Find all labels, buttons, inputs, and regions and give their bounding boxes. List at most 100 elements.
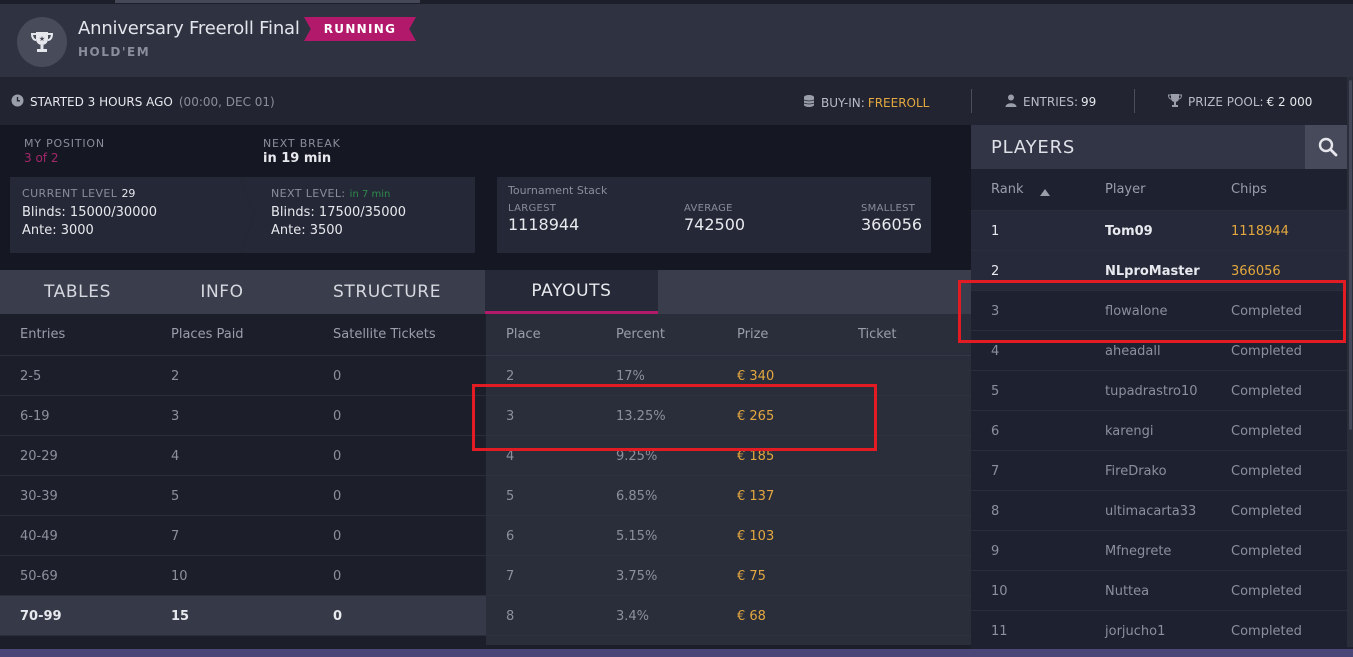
percent-cell: 5.15%: [616, 529, 658, 544]
player-row[interactable]: 7 FireDrako Completed: [971, 451, 1353, 491]
tickets-cell: 0: [333, 529, 342, 544]
col-ticket: Ticket: [858, 327, 897, 342]
player-name: NLproMaster: [1105, 264, 1200, 279]
player-row[interactable]: 5 tupadrastro10 Completed: [971, 371, 1353, 411]
current-level-heading: CURRENT LEVEL 29: [22, 186, 135, 201]
chips-cell: 366056: [1231, 264, 1281, 279]
next-blinds: Blinds: 17500/35000: [271, 205, 407, 220]
entries-cell: 20-29: [20, 449, 58, 464]
entries-cell: 40-49: [20, 529, 58, 544]
table-row: 4 9.25% € 185: [486, 436, 971, 476]
next-level-card: NEXT LEVEL: in 7 min Blinds: 17500/35000…: [240, 177, 475, 253]
chips-cell: Completed: [1231, 384, 1302, 399]
table-row-selected[interactable]: 70-99 15 0: [0, 596, 486, 636]
chips-cell: Completed: [1231, 504, 1302, 519]
table-row[interactable]: 30-39 5 0: [0, 476, 486, 516]
player-name: Nuttea: [1105, 584, 1150, 599]
player-row[interactable]: 4 aheadall Completed: [971, 331, 1353, 371]
player-row[interactable]: 2 NLproMaster 366056: [971, 251, 1353, 291]
tickets-cell: 0: [333, 369, 342, 384]
sort-up-icon[interactable]: [1040, 185, 1050, 200]
prize-cell: € 75: [737, 569, 766, 584]
tab-info[interactable]: INFO: [155, 270, 289, 314]
coins-icon: [803, 94, 815, 111]
next-break-label: NEXT BREAK: [263, 137, 341, 150]
rank-cell: 4: [991, 344, 1000, 359]
rank-cell: 3: [991, 304, 1000, 319]
divider: [1134, 89, 1135, 113]
entries-cell: 2-5: [20, 369, 42, 384]
player-name: jorjucho1: [1105, 624, 1166, 639]
tab-tables[interactable]: TABLES: [0, 270, 155, 314]
places-cell: 3: [171, 409, 180, 424]
tab-bar: TABLES INFO STRUCTURE PAYOUTS: [0, 270, 971, 314]
tournament-stack-panel: Tournament Stack LARGEST 1118944 AVERAGE…: [497, 177, 931, 253]
col-rank[interactable]: Rank: [991, 182, 1023, 197]
stack-caption: Tournament Stack: [508, 184, 608, 197]
player-name: karengi: [1105, 424, 1154, 439]
user-icon: [1005, 94, 1017, 110]
payouts-table-header: Place Percent Prize Ticket: [486, 314, 971, 356]
chips-cell: Completed: [1231, 424, 1302, 439]
next-break: NEXT BREAK in 19 min: [263, 137, 341, 166]
places-cell: 2: [171, 369, 180, 384]
my-position-value: 3 of 2: [24, 151, 59, 165]
player-row[interactable]: 3 flowalone Completed: [971, 291, 1353, 331]
current-blinds: Blinds: 15000/30000: [22, 205, 158, 220]
next-break-value: in 19 min: [263, 151, 332, 166]
started-info: STARTED 3 HOURS AGO (00:00, DEC 01): [11, 94, 275, 110]
places-cell: 5: [171, 489, 180, 504]
current-level-label: CURRENT LEVEL: [22, 187, 118, 200]
stack-average: AVERAGE 742500: [684, 203, 745, 234]
table-row[interactable]: 2-5 2 0: [0, 356, 486, 396]
stack-largest-value: 1118944: [508, 215, 580, 234]
players-table-header: Rank Player Chips: [971, 169, 1353, 211]
current-level-card: CURRENT LEVEL 29 Blinds: 15000/30000 Ant…: [10, 177, 255, 253]
entries-cell: 70-99: [20, 609, 62, 624]
place-cell: 8: [506, 609, 515, 624]
player-row[interactable]: 1 Tom09 1118944: [971, 211, 1353, 251]
tournament-trophy-icon: ★: [17, 17, 67, 67]
col-player[interactable]: Player: [1105, 182, 1145, 197]
player-name: FireDrako: [1105, 464, 1167, 479]
prize-cell: € 265: [737, 409, 775, 424]
entries-label: ENTRIES:: [1023, 95, 1079, 109]
my-position-label: MY POSITION: [24, 137, 105, 150]
chips-cell: Completed: [1231, 464, 1302, 479]
top-strip-segment: [115, 0, 420, 3]
percent-cell: 6.85%: [616, 489, 658, 504]
player-row[interactable]: 8 ultimacarta33 Completed: [971, 491, 1353, 531]
scrollbar-thumb[interactable]: [1349, 80, 1352, 430]
player-row[interactable]: 6 karengi Completed: [971, 411, 1353, 451]
table-row[interactable]: 20-29 4 0: [0, 436, 486, 476]
tickets-cell: 0: [333, 569, 342, 584]
current-level-number: 29: [121, 187, 136, 200]
tickets-cell: 0: [333, 489, 342, 504]
prize-pool-label: PRIZE POOL:: [1188, 95, 1264, 109]
tab-structure[interactable]: STRUCTURE: [289, 270, 485, 314]
table-row[interactable]: 6-19 3 0: [0, 396, 486, 436]
tab-payouts[interactable]: PAYOUTS: [485, 270, 658, 314]
place-cell: 2: [506, 369, 515, 384]
stack-largest: LARGEST 1118944: [508, 203, 579, 234]
tournament-header: ★ Anniversary Freeroll Final HOLD'EM RUN…: [0, 4, 1353, 77]
col-satellite-tickets: Satellite Tickets: [333, 327, 436, 342]
player-row[interactable]: 10 Nuttea Completed: [971, 571, 1353, 611]
table-row[interactable]: 50-69 10 0: [0, 556, 486, 596]
table-row[interactable]: 40-49 7 0: [0, 516, 486, 556]
entries-info: ENTRIES: 99: [1005, 94, 1096, 110]
places-cell: 15: [171, 609, 190, 624]
chips-cell: Completed: [1231, 544, 1302, 559]
player-row[interactable]: 9 Mfnegrete Completed: [971, 531, 1353, 571]
stack-smallest-value: 366056: [861, 215, 923, 234]
search-button[interactable]: [1305, 125, 1351, 169]
col-chips[interactable]: Chips: [1231, 182, 1267, 197]
prize-cell: € 137: [737, 489, 775, 504]
next-level-heading: NEXT LEVEL: in 7 min: [271, 186, 390, 201]
prize-cell: € 103: [737, 529, 775, 544]
buyin-label: BUY-IN:: [821, 95, 865, 110]
player-row[interactable]: 11 jorjucho1 Completed: [971, 611, 1353, 651]
svg-text:★: ★: [39, 35, 45, 43]
chips-cell: Completed: [1231, 584, 1302, 599]
status-panel: MY POSITION 3 of 2 NEXT BREAK in 19 min …: [0, 125, 971, 270]
